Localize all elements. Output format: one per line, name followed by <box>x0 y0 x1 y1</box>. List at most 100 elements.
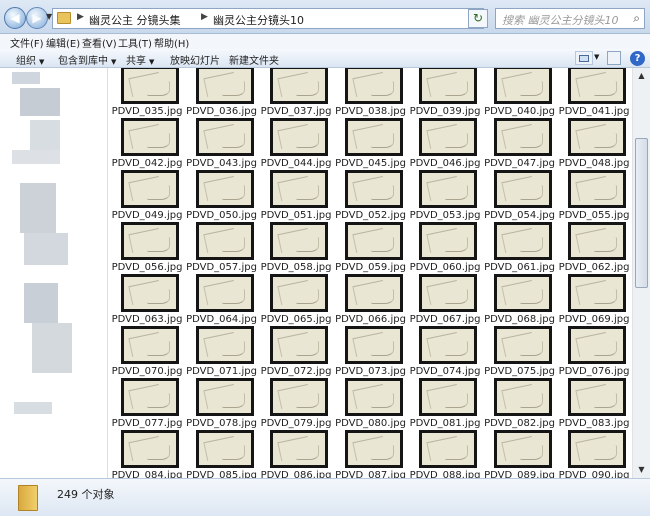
file-item[interactable]: PDVD_050.jpg <box>185 170 259 222</box>
vertical-scrollbar[interactable]: ▲ ▼ <box>632 68 650 478</box>
file-item[interactable]: PDVD_052.jpg <box>334 170 408 222</box>
file-name: PDVD_071.jpg <box>186 366 257 377</box>
scroll-down-icon[interactable]: ▼ <box>633 462 650 478</box>
file-item[interactable]: PDVD_038.jpg <box>334 68 408 118</box>
image-thumbnail <box>419 170 477 208</box>
file-item[interactable]: PDVD_055.jpg <box>557 170 631 222</box>
file-item[interactable]: PDVD_086.jpg <box>259 430 333 478</box>
file-item[interactable]: PDVD_056.jpg <box>110 222 184 274</box>
file-item[interactable]: PDVD_085.jpg <box>185 430 259 478</box>
chevron-down-icon: ▼ <box>111 58 117 66</box>
file-item[interactable]: PDVD_041.jpg <box>557 68 631 118</box>
scroll-up-icon[interactable]: ▲ <box>633 68 650 84</box>
file-item[interactable]: PDVD_076.jpg <box>557 326 631 378</box>
file-item[interactable]: PDVD_042.jpg <box>110 118 184 170</box>
change-view-button[interactable] <box>575 51 593 65</box>
file-item[interactable]: PDVD_059.jpg <box>334 222 408 274</box>
file-item[interactable]: PDVD_068.jpg <box>483 274 557 326</box>
breadcrumb-item-parent[interactable]: 幽灵公主 分镜头集 <box>89 12 181 28</box>
file-item[interactable]: PDVD_035.jpg <box>110 68 184 118</box>
file-item[interactable]: PDVD_048.jpg <box>557 118 631 170</box>
file-item[interactable]: PDVD_061.jpg <box>483 222 557 274</box>
file-item[interactable]: PDVD_075.jpg <box>483 326 557 378</box>
file-item[interactable]: PDVD_065.jpg <box>259 274 333 326</box>
file-item[interactable]: PDVD_083.jpg <box>557 378 631 430</box>
image-thumbnail <box>419 274 477 312</box>
scrollbar-thumb[interactable] <box>635 138 648 288</box>
file-name: PDVD_067.jpg <box>409 314 481 325</box>
file-item[interactable]: PDVD_057.jpg <box>185 222 259 274</box>
file-item[interactable]: PDVD_043.jpg <box>185 118 259 170</box>
menu-tools[interactable]: 工具(T) <box>118 35 152 50</box>
file-item[interactable]: PDVD_073.jpg <box>334 326 408 378</box>
file-item[interactable]: PDVD_036.jpg <box>185 68 259 118</box>
file-item[interactable]: PDVD_063.jpg <box>110 274 184 326</box>
back-button[interactable]: ◀ <box>4 7 26 29</box>
image-thumbnail <box>270 430 328 468</box>
file-item[interactable]: PDVD_047.jpg <box>483 118 557 170</box>
help-button[interactable]: ? <box>630 51 645 66</box>
address-field[interactable]: ▶ 幽灵公主 分镜头集 ▶ 幽灵公主分镜头10 ▼ <box>52 8 484 29</box>
view-options-dropdown-icon[interactable]: ▼ <box>594 53 599 61</box>
file-name: PDVD_035.jpg <box>111 106 183 117</box>
include-label: 包含到库中 <box>58 56 108 67</box>
menu-edit[interactable]: 编辑(E) <box>46 35 80 50</box>
search-input[interactable]: 搜索 幽灵公主分镜头10 ⌕ <box>495 8 645 29</box>
menu-file[interactable]: 文件(F) <box>10 35 44 50</box>
breadcrumb-separator-icon[interactable]: ▶ <box>77 12 84 22</box>
file-item[interactable]: PDVD_058.jpg <box>259 222 333 274</box>
file-item[interactable]: PDVD_089.jpg <box>483 430 557 478</box>
include-in-library-button[interactable]: 包含到库中 ▼ <box>58 52 116 67</box>
file-item[interactable]: PDVD_087.jpg <box>334 430 408 478</box>
file-item[interactable]: PDVD_040.jpg <box>483 68 557 118</box>
file-name: PDVD_038.jpg <box>335 106 406 117</box>
file-item[interactable]: PDVD_049.jpg <box>110 170 184 222</box>
image-thumbnail <box>195 430 254 468</box>
file-item[interactable]: PDVD_088.jpg <box>408 430 482 478</box>
file-item[interactable]: PDVD_046.jpg <box>408 118 482 170</box>
file-item[interactable]: PDVD_071.jpg <box>185 326 259 378</box>
breadcrumb-separator-icon[interactable]: ▶ <box>201 12 208 22</box>
file-item[interactable]: PDVD_054.jpg <box>483 170 557 222</box>
file-item[interactable]: PDVD_080.jpg <box>334 378 408 430</box>
refresh-button[interactable]: ↻ <box>468 9 488 28</box>
share-button[interactable]: 共享 ▼ <box>126 52 154 67</box>
file-item[interactable]: PDVD_051.jpg <box>259 170 333 222</box>
file-item[interactable]: PDVD_074.jpg <box>408 326 482 378</box>
file-item[interactable]: PDVD_066.jpg <box>334 274 408 326</box>
file-item[interactable]: PDVD_084.jpg <box>110 430 184 478</box>
file-item[interactable]: PDVD_044.jpg <box>259 118 333 170</box>
menu-help[interactable]: 帮助(H) <box>154 35 189 50</box>
file-item[interactable]: PDVD_064.jpg <box>185 274 259 326</box>
file-item[interactable]: PDVD_082.jpg <box>483 378 557 430</box>
file-item[interactable]: PDVD_090.jpg <box>557 430 631 478</box>
file-item[interactable]: PDVD_067.jpg <box>408 274 482 326</box>
organize-button[interactable]: 组织 ▼ <box>16 52 44 67</box>
file-item[interactable]: PDVD_081.jpg <box>408 378 482 430</box>
file-item[interactable]: PDVD_053.jpg <box>408 170 482 222</box>
forward-button[interactable]: ▶ <box>26 7 48 29</box>
image-thumbnail <box>344 430 403 468</box>
file-item[interactable]: PDVD_072.jpg <box>259 326 333 378</box>
file-name: PDVD_051.jpg <box>260 210 332 221</box>
slideshow-button[interactable]: 放映幻灯片 <box>170 52 220 67</box>
file-item[interactable]: PDVD_060.jpg <box>408 222 482 274</box>
file-item[interactable]: PDVD_062.jpg <box>557 222 631 274</box>
preview-pane-button[interactable] <box>607 51 621 65</box>
menu-view[interactable]: 查看(V) <box>82 35 117 50</box>
file-item[interactable]: PDVD_037.jpg <box>259 68 333 118</box>
file-item[interactable]: PDVD_077.jpg <box>110 378 184 430</box>
new-folder-button[interactable]: 新建文件夹 <box>229 52 279 67</box>
file-item[interactable]: PDVD_079.jpg <box>259 378 333 430</box>
file-item[interactable]: PDVD_045.jpg <box>334 118 408 170</box>
breadcrumb-item-current[interactable]: 幽灵公主分镜头10 <box>213 12 304 28</box>
file-item[interactable]: PDVD_070.jpg <box>110 326 184 378</box>
file-item[interactable]: PDVD_069.jpg <box>557 274 631 326</box>
file-name: PDVD_062.jpg <box>558 262 630 273</box>
image-thumbnail <box>121 430 179 468</box>
file-item[interactable]: PDVD_039.jpg <box>408 68 482 118</box>
menu-bar: 文件(F) 编辑(E) 查看(V) 工具(T) 帮助(H) <box>0 34 650 50</box>
file-name: PDVD_086.jpg <box>260 470 332 478</box>
file-item[interactable]: PDVD_078.jpg <box>185 378 259 430</box>
search-icon[interactable]: ⌕ <box>633 11 640 26</box>
